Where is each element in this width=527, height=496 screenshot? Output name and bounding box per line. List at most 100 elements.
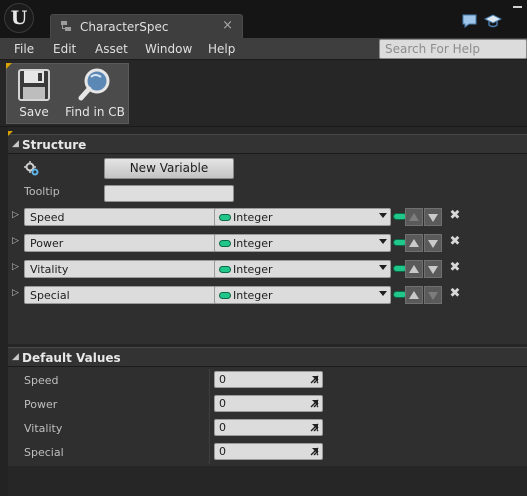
column-divider (209, 369, 210, 464)
struct-variable-row: ▷ Speed Integer ✖ (8, 207, 527, 227)
collapse-arrow-icon: ◢ (12, 352, 19, 362)
move-up-button[interactable] (405, 234, 423, 252)
variable-type-label: Integer (233, 237, 273, 250)
find-in-content-browser-button[interactable]: Find in CB (61, 64, 129, 123)
default-value-input[interactable]: 0 (214, 371, 323, 388)
menu-edit[interactable]: Edit (53, 42, 76, 56)
integer-pin-icon (219, 214, 231, 221)
variable-type-dropdown[interactable]: Integer (214, 234, 391, 252)
up-arrow-icon (409, 291, 419, 299)
magnifier-icon (78, 68, 110, 101)
close-tab-icon[interactable]: × (222, 18, 233, 33)
up-arrow-icon (409, 213, 419, 221)
variable-name-field[interactable]: Speed (24, 208, 216, 226)
down-arrow-icon (428, 266, 438, 274)
save-label: Save (19, 105, 49, 119)
variable-type-dropdown[interactable]: Integer (214, 286, 391, 304)
menu-file[interactable]: File (14, 42, 34, 56)
delete-variable-button[interactable]: ✖ (448, 286, 462, 304)
structure-header[interactable]: ◢ Structure (8, 134, 527, 154)
default-value-input[interactable]: 0 (214, 419, 323, 436)
default-value-label: Vitality (24, 422, 63, 435)
tooltip-label: Tooltip (24, 185, 60, 198)
toolbar: Save Find in CB (0, 60, 527, 127)
dropdown-arrow-icon (379, 291, 387, 296)
delete-variable-button[interactable]: ✖ (448, 208, 462, 226)
move-up-button[interactable] (405, 260, 423, 278)
default-value-input[interactable]: 0 (214, 443, 323, 460)
structure-asset-icon (61, 21, 71, 31)
title-bar: U CharacterSpec × (0, 0, 527, 38)
delete-variable-button[interactable]: ✖ (448, 234, 462, 252)
default-value-label: Special (24, 446, 64, 459)
expand-arrow-icon[interactable]: ▷ (12, 262, 19, 272)
menu-asset[interactable]: Asset (95, 42, 128, 56)
menu-window[interactable]: Window (145, 42, 192, 56)
dropdown-arrow-icon (379, 213, 387, 218)
expand-arrow-icon[interactable]: ▷ (12, 210, 19, 220)
variable-type-dropdown[interactable]: Integer (214, 260, 391, 278)
default-value-label: Speed (24, 374, 59, 387)
default-values-title: Default Values (22, 351, 121, 365)
expand-arrow-icon[interactable]: ▷ (12, 236, 19, 246)
default-value-input[interactable]: 0 (214, 395, 323, 412)
drag-resize-icon[interactable] (310, 423, 319, 432)
default-value-text: 0 (219, 373, 226, 386)
move-down-button[interactable] (424, 208, 442, 226)
unreal-logo-icon[interactable]: U (4, 3, 34, 33)
move-down-button[interactable] (424, 286, 442, 304)
integer-pin-icon (219, 292, 231, 299)
dropdown-arrow-icon (379, 239, 387, 244)
save-button[interactable]: Save (7, 64, 61, 123)
struct-variable-row: ▷ Special Integer ✖ (8, 285, 527, 305)
down-arrow-icon (428, 214, 438, 222)
tab-title: CharacterSpec (80, 20, 169, 34)
move-up-button[interactable] (405, 208, 423, 226)
variable-type-label: Integer (233, 263, 273, 276)
document-tab[interactable]: CharacterSpec × (50, 14, 243, 38)
expand-arrow-icon[interactable]: ▷ (12, 288, 19, 298)
default-value-text: 0 (219, 397, 226, 410)
menu-bar: File Edit Asset Window Help Search For H… (0, 38, 527, 60)
default-value-text: 0 (219, 421, 226, 434)
left-gutter (0, 127, 8, 496)
dropdown-arrow-icon (379, 265, 387, 270)
struct-variable-row: ▷ Vitality Integer ✖ (8, 259, 527, 279)
search-help-input[interactable]: Search For Help (379, 39, 527, 59)
integer-pin-icon (219, 266, 231, 273)
integer-pin-icon (219, 240, 231, 247)
drag-resize-icon[interactable] (310, 447, 319, 456)
tooltip-input[interactable] (104, 185, 234, 202)
structure-title: Structure (22, 138, 87, 152)
move-up-button[interactable] (405, 286, 423, 304)
variable-name-field[interactable]: Power (24, 234, 216, 252)
gears-icon (24, 161, 39, 176)
default-value-text: 0 (219, 445, 226, 458)
default-values-header[interactable]: ◢ Default Values (8, 347, 527, 367)
graduation-cap-icon[interactable] (484, 13, 502, 29)
find-label: Find in CB (65, 105, 125, 119)
variable-name-field[interactable]: Vitality (24, 260, 216, 278)
up-arrow-icon (409, 265, 419, 273)
variable-name-field[interactable]: Special (24, 286, 216, 304)
struct-variable-row: ▷ Power Integer ✖ (8, 233, 527, 253)
move-down-button[interactable] (424, 234, 442, 252)
delete-variable-button[interactable]: ✖ (448, 260, 462, 278)
default-value-label: Power (24, 398, 58, 411)
new-variable-button[interactable]: New Variable (104, 158, 234, 179)
variable-type-label: Integer (233, 289, 273, 302)
collapse-arrow-icon: ◢ (12, 139, 19, 149)
move-down-button[interactable] (424, 260, 442, 278)
drag-resize-icon[interactable] (310, 399, 319, 408)
variable-type-label: Integer (233, 211, 273, 224)
down-arrow-icon (428, 292, 438, 300)
variable-type-dropdown[interactable]: Integer (214, 208, 391, 226)
up-arrow-icon (409, 239, 419, 247)
menu-help[interactable]: Help (208, 42, 235, 56)
toolbar-group: Save Find in CB (6, 63, 129, 124)
drag-resize-icon[interactable] (310, 375, 319, 384)
chat-icon[interactable] (461, 13, 479, 29)
down-arrow-icon (428, 240, 438, 248)
minimize-icon[interactable] (509, 0, 527, 10)
floppy-disk-icon (18, 69, 50, 101)
